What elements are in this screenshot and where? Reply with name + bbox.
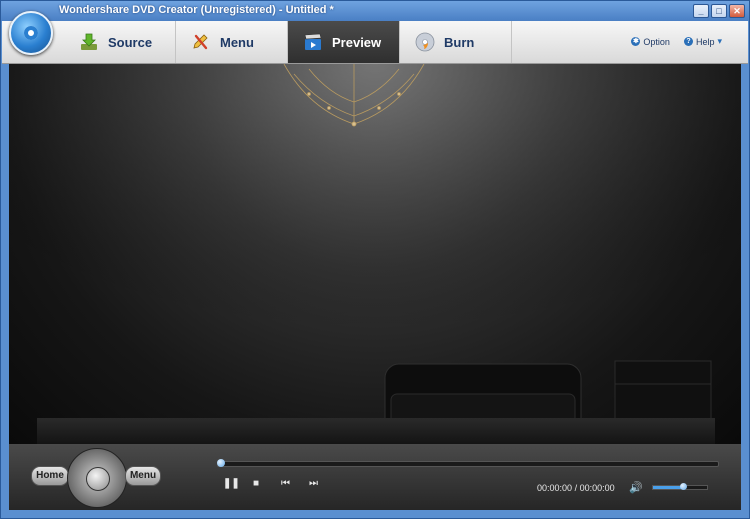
time-separator: / bbox=[574, 483, 578, 493]
time-current: 00:00:00 bbox=[537, 483, 573, 493]
tab-label: Source bbox=[108, 34, 153, 50]
volume-fill bbox=[653, 486, 683, 489]
clapper-icon bbox=[302, 31, 324, 53]
player-controls: Home Menu ❚❚ ■ ⏮ ⏭ 00:00:00 / 00:00:00 🔊 bbox=[9, 444, 741, 510]
previous-icon[interactable]: ⏮ bbox=[281, 478, 290, 489]
chevron-down-icon: ▾ bbox=[717, 36, 722, 46]
tab-burn[interactable]: Burn bbox=[400, 21, 512, 63]
title-bar: Wondershare DVD Creator (Unregistered) -… bbox=[1, 1, 749, 21]
scene-floor bbox=[37, 418, 715, 444]
time-display: 00:00:00 / 00:00:00 bbox=[537, 483, 615, 493]
home-button[interactable]: Home bbox=[31, 466, 69, 486]
volume-slider[interactable] bbox=[652, 483, 708, 490]
window-title: Wondershare DVD Creator (Unregistered) -… bbox=[59, 4, 334, 16]
scene-illustration bbox=[9, 64, 741, 444]
tab-source[interactable]: Source bbox=[64, 21, 176, 63]
disc-burn-icon bbox=[414, 31, 436, 53]
gear-icon: ✱ bbox=[631, 37, 641, 46]
seek-bar[interactable] bbox=[217, 459, 719, 467]
time-total: 00:00:00 bbox=[579, 483, 615, 493]
help-label: Help bbox=[695, 36, 715, 47]
ok-button[interactable] bbox=[86, 467, 110, 491]
preview-screen bbox=[9, 64, 741, 444]
app-logo-icon[interactable] bbox=[9, 11, 53, 55]
pause-icon[interactable]: ❚❚ bbox=[223, 478, 240, 489]
stop-icon[interactable]: ■ bbox=[253, 478, 259, 489]
option-label: Option bbox=[643, 36, 670, 47]
help-button[interactable]: ? Help ▾ bbox=[683, 36, 722, 47]
app-window: Wondershare DVD Creator (Unregistered) -… bbox=[0, 0, 750, 519]
main-toolbar: Source Menu Preview Burn ✱ Option ? Help… bbox=[2, 21, 748, 64]
volume-thumb[interactable] bbox=[679, 483, 687, 490]
volume-icon[interactable]: 🔊 bbox=[629, 481, 643, 494]
toolbar-options: ✱ Option ? Help ▾ bbox=[631, 36, 722, 47]
tab-label: Preview bbox=[332, 34, 382, 50]
tab-label: Menu bbox=[220, 34, 254, 50]
menu-edit-icon bbox=[190, 31, 212, 53]
tab-label: Burn bbox=[444, 34, 475, 50]
dvd-navigation-pad[interactable] bbox=[67, 448, 127, 508]
maximize-button[interactable]: □ bbox=[711, 4, 727, 18]
next-icon[interactable]: ⏭ bbox=[309, 478, 318, 489]
tab-menu[interactable]: Menu bbox=[176, 21, 288, 63]
help-icon: ? bbox=[683, 37, 693, 46]
close-button[interactable]: ✕ bbox=[729, 4, 745, 18]
download-icon bbox=[78, 31, 100, 53]
window-controls: _ □ ✕ bbox=[693, 4, 745, 18]
menu-button[interactable]: Menu bbox=[125, 466, 161, 486]
minimize-button[interactable]: _ bbox=[693, 4, 709, 18]
seek-thumb[interactable] bbox=[217, 459, 225, 467]
option-button[interactable]: ✱ Option bbox=[631, 36, 670, 47]
tab-preview[interactable]: Preview bbox=[288, 21, 400, 63]
